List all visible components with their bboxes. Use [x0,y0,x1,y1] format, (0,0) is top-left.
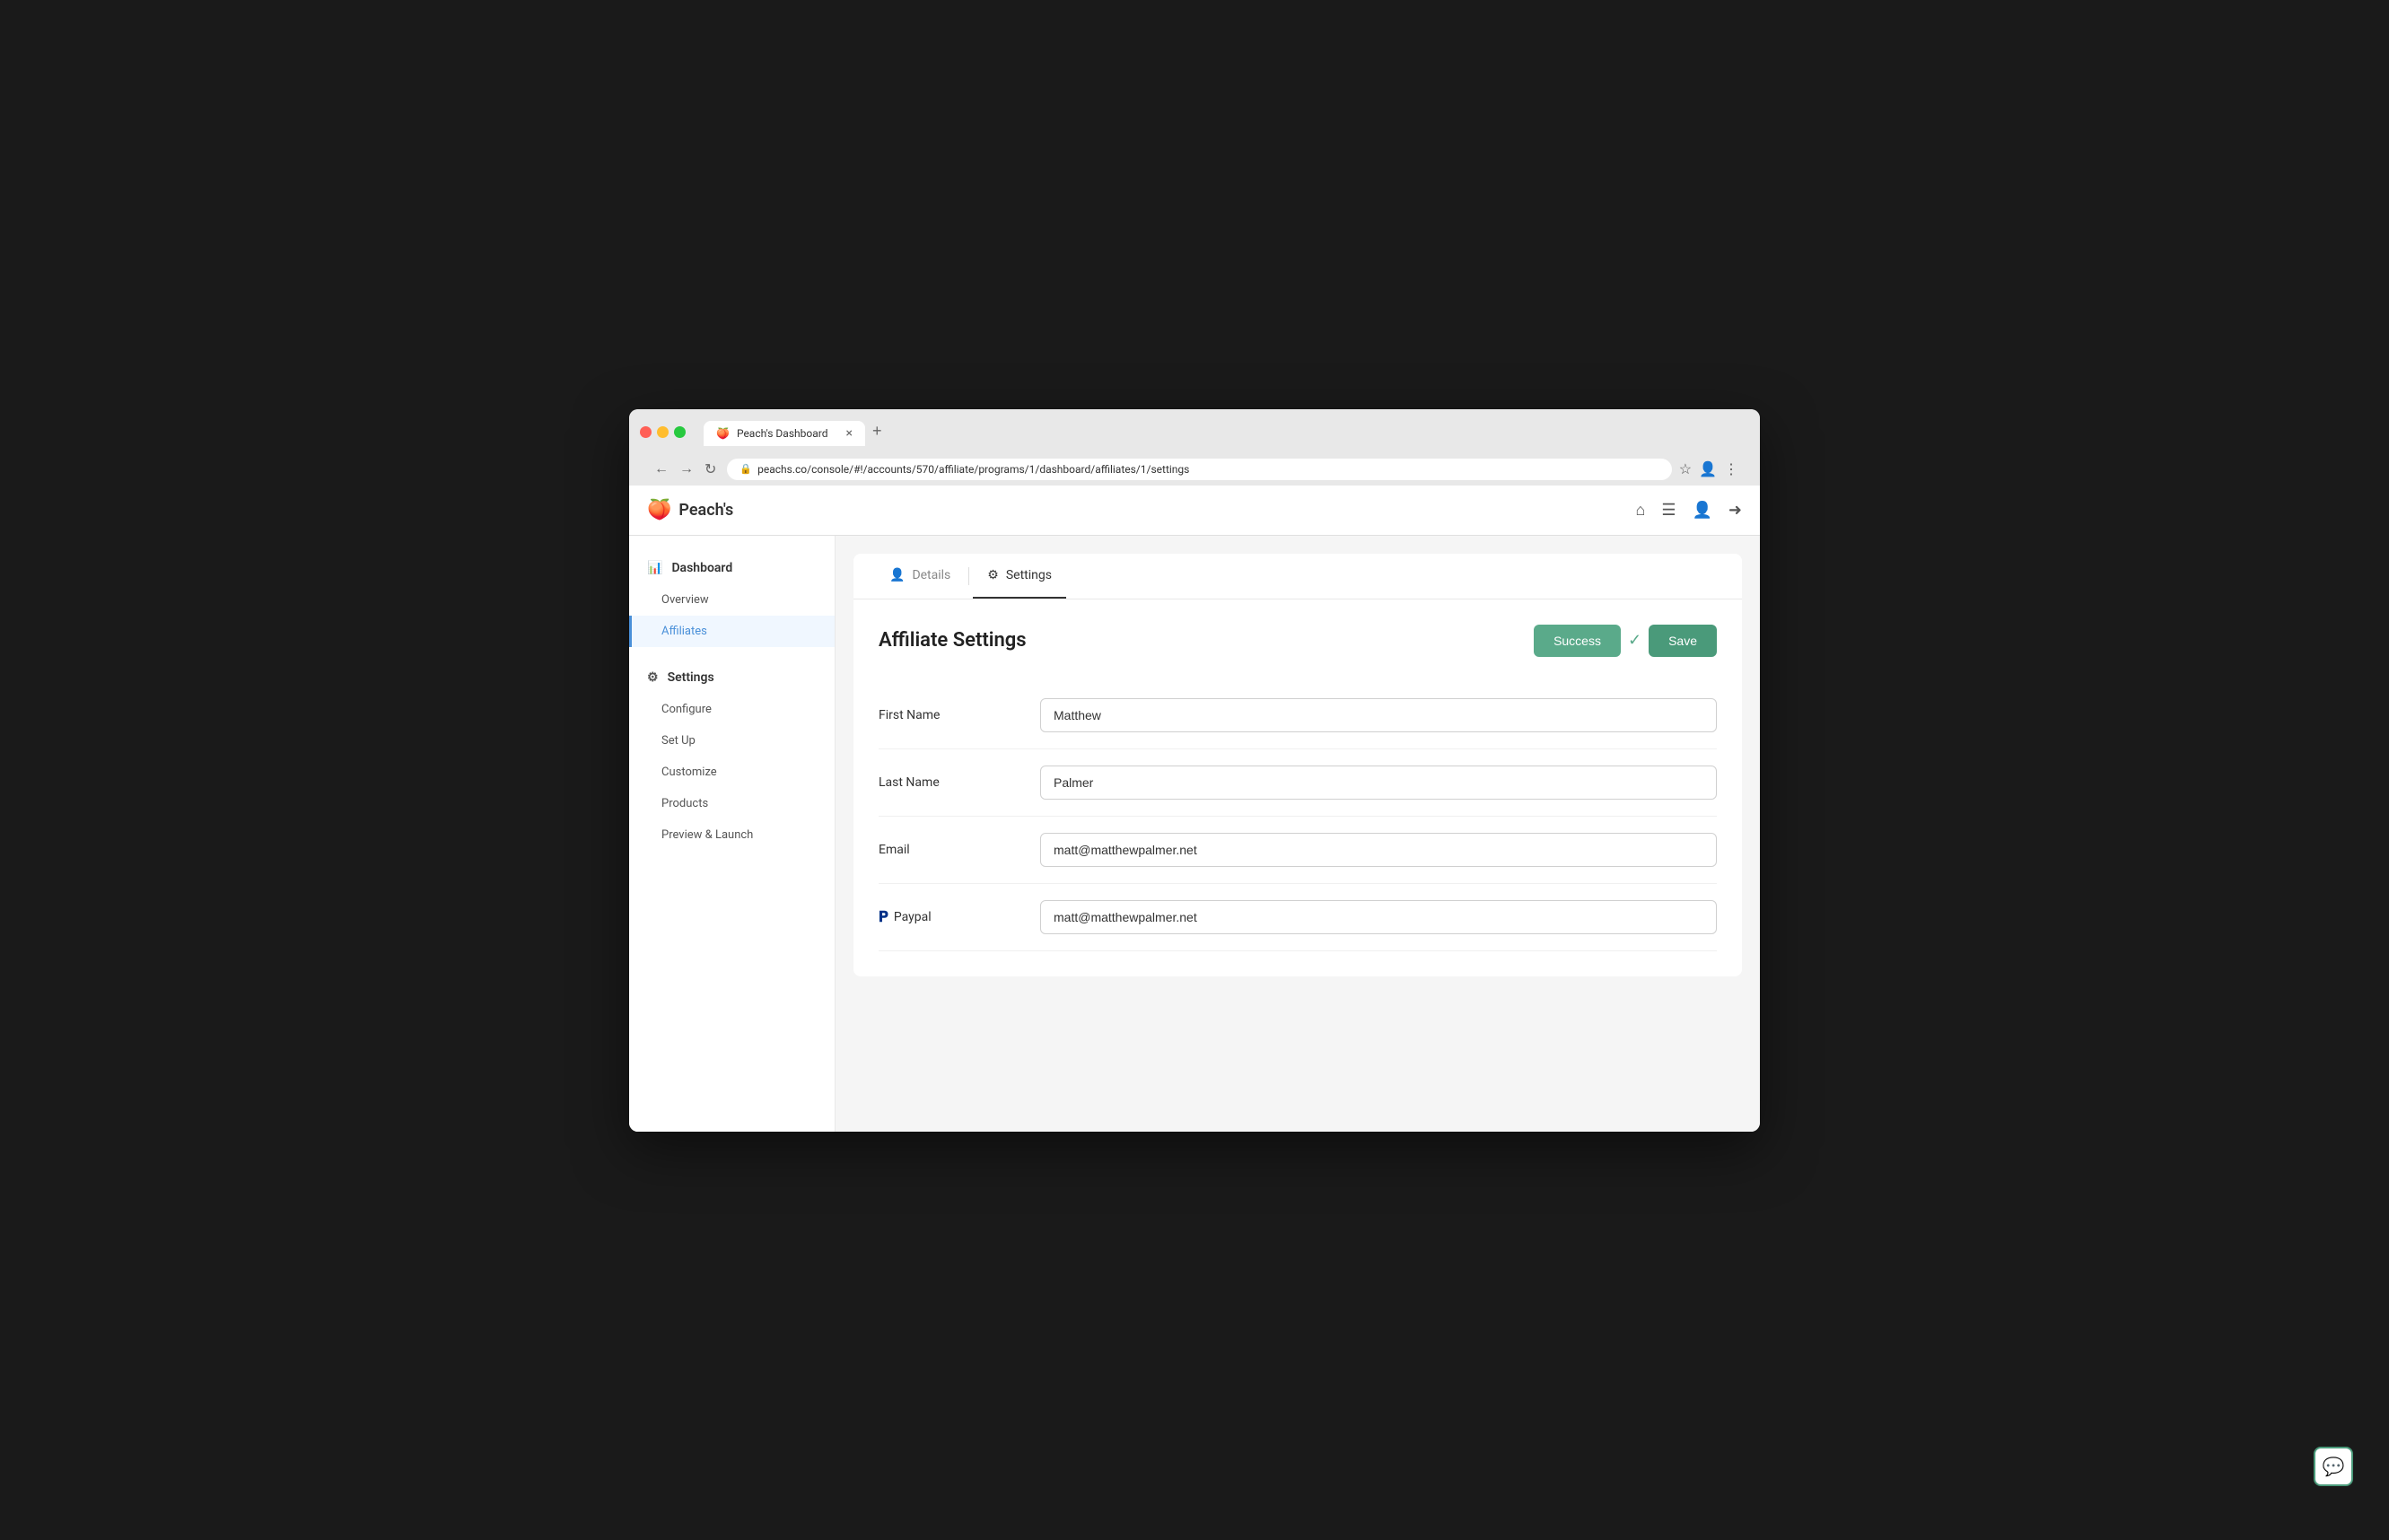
profile-icon[interactable]: 👤 [1699,460,1717,477]
back-button[interactable]: ← [651,459,672,479]
dashboard-icon: 📊 [647,561,662,575]
sidebar-settings-label: Settings [668,670,714,685]
details-tab-icon: 👤 [889,568,905,582]
tab-close-button[interactable]: × [846,426,853,441]
sidebar-item-products[interactable]: Products [629,788,835,819]
save-button[interactable]: Save [1649,625,1717,657]
sidebar-header-settings[interactable]: ⚙ Settings [629,661,835,694]
traffic-light-yellow[interactable] [657,426,669,438]
traffic-light-red[interactable] [640,426,652,438]
sidebar-setup-label: Set Up [661,734,696,748]
new-tab-button[interactable]: + [865,418,889,444]
settings-tab-icon: ⚙ [987,568,999,582]
first-name-input[interactable] [1040,698,1717,732]
last-name-row: Last Name [879,749,1717,817]
sidebar-header-dashboard[interactable]: 📊 Dashboard [629,552,835,584]
paypal-label: 𝐏 Paypal [879,908,1040,926]
details-tab-label: Details [912,568,950,582]
card-tabs: 👤 Details ⚙ Settings [853,554,1742,599]
url-text: peachs.co/console/#!/accounts/570/affili… [757,463,1189,476]
bookmark-icon[interactable]: ☆ [1679,460,1692,477]
tab-details[interactable]: 👤 Details [875,554,965,599]
success-button[interactable]: Success [1534,625,1621,657]
form-title-row: Affiliate Settings Success ✓ Save [879,625,1717,657]
settings-icon: ⚙ [647,670,659,685]
logo-text: Peach's [678,501,733,520]
menu-icon[interactable]: ⋮ [1724,460,1738,477]
home-icon[interactable]: ⌂ [1635,501,1645,520]
email-input[interactable] [1040,833,1717,867]
sidebar-preview-launch-label: Preview & Launch [661,828,753,842]
sidebar-configure-label: Configure [661,703,712,716]
tab-title: Peach's Dashboard [737,427,828,440]
chat-button[interactable]: 💬 [2314,1447,2353,1486]
logout-icon[interactable]: ➜ [1728,501,1742,520]
form-title: Affiliate Settings [879,629,1027,652]
first-name-row: First Name [879,682,1717,749]
sidebar-dashboard-label: Dashboard [671,561,732,575]
browser-tab[interactable]: 🍑 Peach's Dashboard × [704,421,865,446]
sidebar-overview-label: Overview [661,593,709,607]
tab-divider [968,567,969,585]
sidebar-item-customize[interactable]: Customize [629,757,835,788]
form-body: Affiliate Settings Success ✓ Save First … [853,599,1742,976]
first-name-label: First Name [879,708,1040,722]
user-icon[interactable]: 👤 [1692,501,1711,520]
lock-icon: 🔒 [739,463,752,475]
refresh-button[interactable]: ↻ [701,459,720,480]
app-header: 🍑 Peach's ⌂ ☰ 👤 ➜ [629,486,1760,536]
logo-emoji: 🍑 [647,499,671,521]
sidebar-item-overview[interactable]: Overview [629,584,835,616]
address-bar[interactable]: 🔒 peachs.co/console/#!/accounts/570/affi… [727,459,1671,480]
traffic-light-green[interactable] [674,426,686,438]
sidebar-customize-label: Customize [661,766,717,779]
sidebar-affiliates-label: Affiliates [661,625,707,638]
checkmark-icon: ✓ [1628,631,1641,650]
tab-settings[interactable]: ⚙ Settings [973,554,1066,599]
chat-icon: 💬 [2323,1456,2345,1477]
last-name-input[interactable] [1040,766,1717,800]
paypal-icon: 𝐏 [879,908,888,926]
sidebar-item-setup[interactable]: Set Up [629,725,835,757]
paypal-row: 𝐏 Paypal [879,884,1717,951]
sidebar-item-affiliates[interactable]: Affiliates [629,616,835,647]
sidebar: 📊 Dashboard Overview Affiliates ⚙ Settin… [629,536,836,1132]
paypal-label-text: Paypal [894,910,932,924]
sidebar-item-configure[interactable]: Configure [629,694,835,725]
settings-tab-label: Settings [1006,568,1052,582]
sidebar-products-label: Products [661,797,708,810]
app-logo: 🍑 Peach's [647,499,733,521]
email-label: Email [879,843,1040,857]
forward-button[interactable]: → [676,459,697,479]
content-area: 👤 Details ⚙ Settings Affiliate Settings [836,536,1760,1132]
paypal-input[interactable] [1040,900,1717,934]
menu-bars-icon[interactable]: ☰ [1661,501,1676,520]
tab-favicon: 🍑 [716,427,730,440]
email-row: Email [879,817,1717,884]
last-name-label: Last Name [879,775,1040,790]
content-card: 👤 Details ⚙ Settings Affiliate Settings [853,554,1742,976]
title-actions: Success ✓ Save [1534,625,1717,657]
sidebar-item-preview-launch[interactable]: Preview & Launch [629,819,835,851]
